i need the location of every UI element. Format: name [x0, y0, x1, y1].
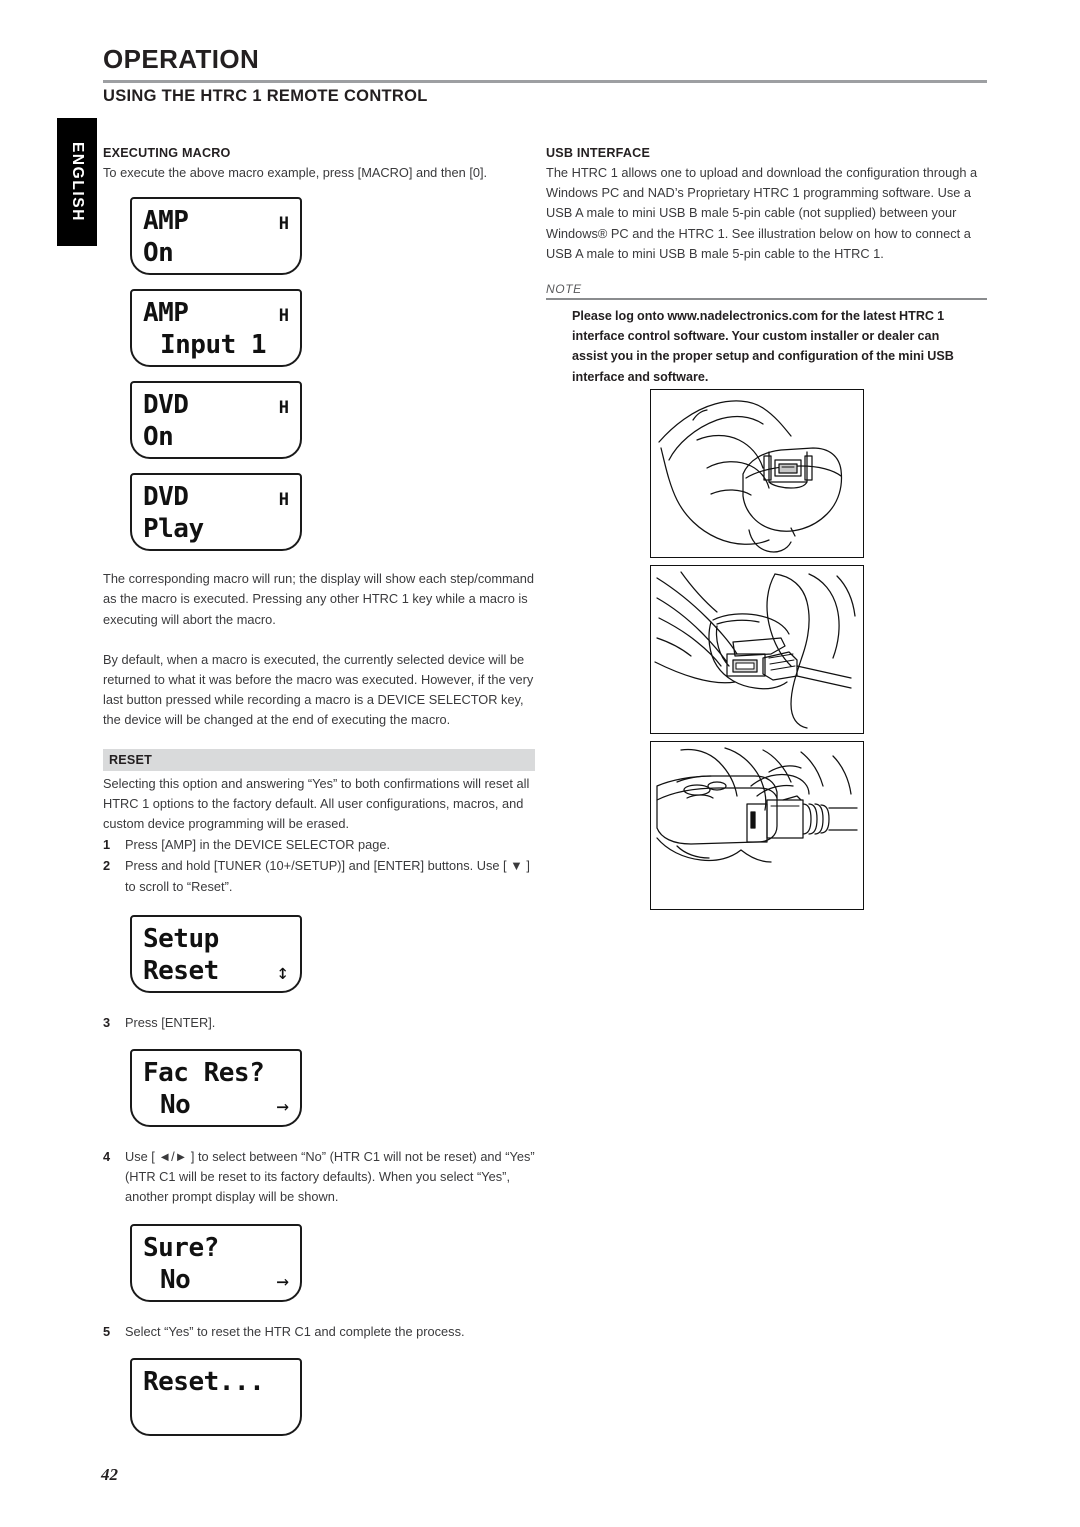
step-number: 3 — [103, 1014, 111, 1030]
step-number: 4 — [103, 1149, 111, 1165]
usb-interface-body: The HTRC 1 allows one to upload and down… — [546, 165, 978, 261]
lcd-line2: No — [160, 1264, 191, 1295]
lcd-line1: Fac Res? — [143, 1058, 265, 1089]
reset-intro: Selecting this option and answering “Yes… — [103, 775, 530, 832]
chapter-title: OPERATION — [103, 44, 260, 74]
reset-step-3: 3 Press [ENTER]. — [103, 1013, 535, 1033]
step-text: Press [AMP] in the DEVICE SELECTOR page. — [125, 837, 391, 853]
lcd-indicator: H — [278, 490, 289, 511]
executing-macro-heading: EXECUTING MACRO — [103, 146, 231, 160]
lcd-display-factory-reset-prompt: Fac Res? No → — [130, 1049, 302, 1128]
lcd-line2: On — [143, 422, 174, 453]
lcd-line1: AMP — [143, 206, 189, 237]
right-column: USB INTERFACE The HTRC 1 allows one to u… — [546, 146, 987, 387]
right-arrow-icon: → — [276, 1094, 289, 1119]
step-number: 1 — [103, 837, 111, 853]
executing-macro-intro: To execute the above macro example, pres… — [103, 165, 488, 180]
reset-step-1: 1 Press [AMP] in the DEVICE SELECTOR pag… — [103, 835, 535, 855]
macro-paragraph-2: By default, when a macro is executed, th… — [103, 651, 534, 728]
reset-step-2: 2 Press and hold [TUNER (10+/SETUP)] and… — [103, 856, 535, 896]
lcd-line2: On — [143, 238, 174, 269]
lcd-line2: Reset — [143, 955, 219, 986]
lcd-display-amp-on: AMP H On — [130, 197, 302, 276]
lcd-line1: Reset... — [143, 1366, 265, 1397]
note-body: Please log onto www.nadelectronics.com f… — [572, 308, 954, 384]
step-text: Press and hold [TUNER (10+/SETUP)] and [… — [125, 858, 530, 894]
illustration-usb-cable-connected — [650, 741, 864, 910]
left-column: EXECUTING MACRO To execute the above mac… — [103, 146, 535, 1436]
reset-heading: RESET — [103, 748, 535, 771]
note-rule — [546, 298, 987, 300]
page-number: 42 — [101, 1465, 118, 1484]
section-title: USING THE HTRC 1 REMOTE CONTROL — [103, 87, 428, 105]
lcd-line1: Sure? — [143, 1232, 219, 1263]
lcd-display-sure-prompt: Sure? No → — [130, 1223, 302, 1302]
usb-interface-heading: USB INTERFACE — [546, 146, 651, 160]
lcd-line2: Play — [143, 514, 204, 545]
macro-paragraph-1: The corresponding macro will run; the di… — [103, 571, 535, 627]
lcd-indicator: H — [278, 214, 289, 235]
step-number: 5 — [103, 1323, 111, 1339]
illustration-hand-holding-remote — [650, 389, 864, 558]
lcd-line1: AMP — [143, 298, 189, 329]
lcd-display-resetting: Reset... — [130, 1357, 302, 1436]
up-down-arrow-icon: ↕ — [276, 959, 289, 984]
lcd-display-setup-reset: Setup Reset ↕ — [130, 914, 302, 993]
step-number: 2 — [103, 858, 111, 874]
lcd-line2: No — [160, 1090, 191, 1121]
lcd-line1: DVD — [143, 482, 189, 513]
language-tab-english: ENGLISH — [57, 118, 97, 246]
lcd-line1: DVD — [143, 390, 189, 421]
usb-illustration-panels — [650, 389, 864, 917]
step-text: Press [ENTER]. — [125, 1014, 216, 1030]
document-page: ENGLISH OPERATION USING THE HTRC 1 REMOT… — [0, 0, 1080, 1527]
lcd-display-dvd-play: DVD H Play — [130, 473, 302, 552]
reset-step-5: 5 Select “Yes” to reset the HTR C1 and c… — [103, 1322, 535, 1342]
right-arrow-icon: → — [276, 1268, 289, 1293]
reset-step-4: 4 Use [ ◄/► ] to select between “No” (HT… — [103, 1147, 535, 1208]
lcd-line2: Input 1 — [160, 330, 267, 361]
lcd-line1: Setup — [143, 923, 219, 954]
header-rule — [103, 80, 987, 83]
note-label: NOTE — [546, 282, 582, 297]
lcd-indicator: H — [278, 398, 289, 419]
illustration-opening-usb-cover — [650, 565, 864, 734]
lcd-display-dvd-on: DVD H On — [130, 381, 302, 460]
lcd-display-amp-input1: AMP H Input 1 — [130, 289, 302, 368]
step-text: Select “Yes” to reset the HTR C1 and com… — [125, 1323, 465, 1339]
language-tab-label: ENGLISH — [69, 141, 86, 223]
step-text: Use [ ◄/► ] to select between “No” (HTR … — [125, 1149, 535, 1205]
lcd-indicator: H — [278, 306, 289, 327]
